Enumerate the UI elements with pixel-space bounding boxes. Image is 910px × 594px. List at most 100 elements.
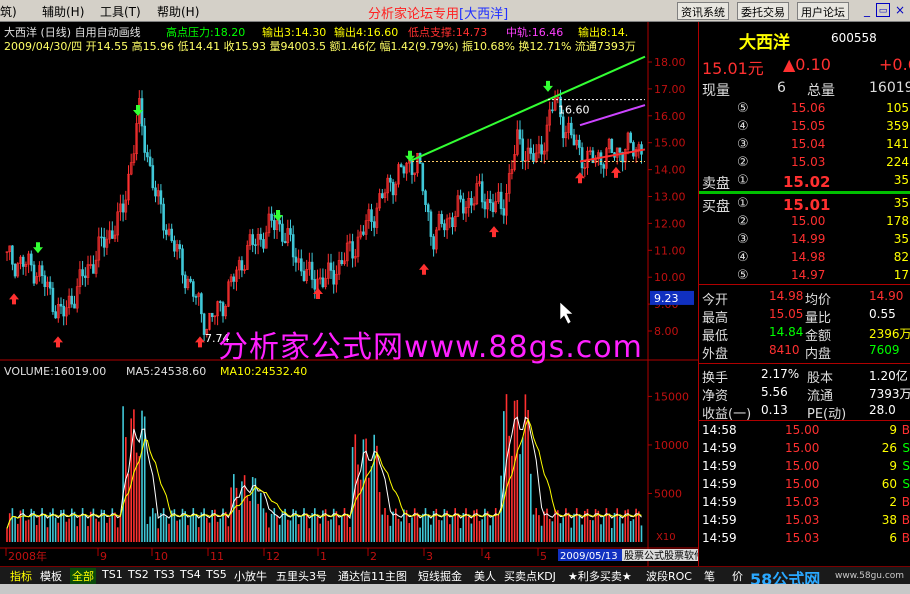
tab-8[interactable]: 小放牛 bbox=[232, 568, 269, 584]
tab-9[interactable]: 五里头3号 bbox=[274, 568, 329, 584]
candle-body bbox=[151, 165, 155, 189]
restore-icon[interactable]: ▭ bbox=[876, 3, 890, 17]
level-number: ① bbox=[737, 173, 749, 188]
candle-body bbox=[291, 234, 295, 258]
level-volume: 35 bbox=[893, 173, 909, 187]
tab-14[interactable]: ★利多买卖★ bbox=[566, 568, 634, 584]
tab-5[interactable]: TS3 bbox=[152, 568, 177, 584]
candle-body bbox=[602, 164, 606, 169]
level-volume: 105 bbox=[886, 101, 909, 115]
buy-level-row[interactable]: ④ 14.98 82 bbox=[699, 249, 910, 267]
tick-row[interactable]: 14:59 15.00 26 S bbox=[699, 440, 910, 458]
menu-item-assist[interactable]: 辅助(H) bbox=[42, 3, 84, 20]
tab-12[interactable]: 美人 bbox=[472, 568, 498, 584]
sell-level-row[interactable]: ② 15.03 224 bbox=[699, 154, 910, 172]
tick-time: 14:59 bbox=[702, 495, 737, 509]
tab-0[interactable]: 指标 bbox=[8, 568, 34, 584]
stats-block: 今开 14.98 均价 14.90 最高 15.05 量比 0.55 最低 14.84 金额 2396… bbox=[699, 286, 910, 362]
tab-17[interactable]: 价 bbox=[730, 568, 745, 584]
candle-body bbox=[313, 279, 317, 290]
tab-15[interactable]: 波段ROC bbox=[644, 568, 694, 584]
candle-body bbox=[59, 303, 63, 307]
kline-svg: 18.0017.0016.0015.0014.0013.0012.0011.00… bbox=[0, 22, 868, 566]
buy-level-row[interactable]: ⑤ 14.97 17 bbox=[699, 267, 910, 285]
sell-level-row[interactable]: ④ 15.05 359 bbox=[699, 118, 910, 136]
menu-item-help[interactable]: 帮助(H) bbox=[157, 3, 199, 20]
candle-body bbox=[410, 160, 414, 175]
tick-row[interactable]: 14:59 15.00 9 S bbox=[699, 458, 910, 476]
window-title-text: 分析家论坛专用 bbox=[368, 7, 460, 22]
tick-time: 14:59 bbox=[702, 513, 737, 527]
tab-2[interactable]: 全部 bbox=[70, 568, 96, 584]
trade-button[interactable]: 委托交易 bbox=[737, 2, 789, 20]
candle-body bbox=[351, 241, 354, 259]
candle-body bbox=[254, 244, 257, 246]
menu-item-tools[interactable]: 工具(T) bbox=[100, 3, 141, 20]
candle-body bbox=[299, 258, 303, 272]
tick-row[interactable]: 14:58 15.00 9 B bbox=[699, 422, 910, 440]
candle-body bbox=[210, 312, 214, 318]
high-price-label: 16.60 bbox=[558, 104, 590, 117]
sell-level-row[interactable]: ⑤ 15.06 105 bbox=[699, 100, 910, 118]
section-divider-3 bbox=[699, 420, 910, 421]
tab-6[interactable]: TS4 bbox=[178, 568, 203, 584]
sell-arrow-icon bbox=[33, 242, 43, 254]
buy-level-row[interactable]: ③ 14.99 35 bbox=[699, 231, 910, 249]
stat-value: 0.55 bbox=[869, 307, 896, 321]
price-tick-label: 12.00 bbox=[654, 217, 686, 230]
candle-body bbox=[51, 287, 55, 312]
candle-body bbox=[143, 125, 146, 153]
tick-list[interactable]: 14:58 15.00 9 B 14:59 15.00 26 S 14:59 15.00 9 S 14:… bbox=[699, 422, 910, 552]
stat-value: 14.90 bbox=[869, 289, 904, 303]
kline-chart[interactable]: 18.00 17.00 16.00 15.00 14.00 13.00 12.00 11.00… bbox=[0, 22, 868, 566]
tab-11[interactable]: 短线掘金 bbox=[416, 568, 464, 584]
tick-flag: B bbox=[901, 423, 910, 437]
tick-flag: B bbox=[901, 513, 910, 527]
tick-row[interactable]: 14:59 15.03 2 B bbox=[699, 494, 910, 512]
stat-value: 15.05 bbox=[769, 307, 804, 321]
close-icon[interactable]: × bbox=[893, 3, 907, 17]
candle-body bbox=[488, 199, 492, 204]
tab-7[interactable]: TS5 bbox=[204, 568, 229, 584]
buy-level-row[interactable]: 买盘 ① 15.01 35 bbox=[699, 195, 910, 215]
news-system-button[interactable]: 资讯系统 bbox=[677, 2, 729, 20]
minimize-icon[interactable]: _ bbox=[860, 3, 874, 17]
tick-price: 15.03 bbox=[785, 513, 820, 527]
tab-4[interactable]: TS2 bbox=[126, 568, 151, 584]
stat-value: 7609 bbox=[869, 343, 900, 357]
tick-row[interactable]: 14:59 15.00 60 S bbox=[699, 476, 910, 494]
level-number: ⑤ bbox=[737, 268, 749, 283]
tick-time: 14:59 bbox=[702, 477, 737, 491]
tick-row[interactable]: 14:59 15.03 6 B bbox=[699, 530, 910, 548]
fundamentals-block: 换手 2.17% 股本 1.20亿 净资 5.56 流通 7393万 收益(一) 0.13 PE(动… bbox=[699, 364, 910, 422]
candle-body bbox=[491, 202, 495, 213]
candle-body bbox=[451, 217, 454, 228]
tab-3[interactable]: TS1 bbox=[100, 568, 125, 584]
tick-volume: 38 bbox=[881, 513, 897, 527]
sell-book: ⑤ 15.06 105 ④ 15.05 359 ③ 15.04 141 ② 15.03 224 卖盘 ① 1… bbox=[699, 100, 910, 192]
candle-body bbox=[165, 229, 168, 235]
candle-body bbox=[154, 187, 157, 197]
stat-row: 最高 15.05 量比 0.55 bbox=[699, 306, 910, 326]
tick-volume: 26 bbox=[881, 441, 897, 455]
window-title: 分析家论坛专用[大西洋] bbox=[368, 3, 508, 22]
buy-level-row[interactable]: ② 15.00 178 bbox=[699, 213, 910, 231]
tab-13[interactable]: 买卖点KDJ bbox=[502, 568, 558, 584]
current-vol: 6 bbox=[777, 80, 786, 96]
forum-button[interactable]: 用户论坛 bbox=[797, 2, 849, 20]
volume-unit: X10 bbox=[656, 532, 676, 543]
sell-level-row[interactable]: 卖盘 ① 15.02 35 bbox=[699, 172, 910, 192]
level-price: 15.02 bbox=[783, 173, 831, 191]
tab-1[interactable]: 模板 bbox=[38, 568, 64, 584]
candle-body bbox=[561, 116, 565, 139]
tab-10[interactable]: 通达信11主图 bbox=[336, 568, 409, 584]
tab-16[interactable]: 笔 bbox=[702, 568, 717, 584]
candle-body bbox=[13, 263, 17, 277]
sell-level-row[interactable]: ③ 15.04 141 bbox=[699, 136, 910, 154]
candle-body bbox=[440, 214, 444, 224]
volume-tick-label: 15000 bbox=[654, 390, 689, 403]
candle-body bbox=[459, 195, 462, 200]
tick-row[interactable]: 14:59 15.03 38 B bbox=[699, 512, 910, 530]
candle-body bbox=[140, 98, 144, 127]
menu-item-system[interactable]: 筑) bbox=[0, 3, 17, 20]
